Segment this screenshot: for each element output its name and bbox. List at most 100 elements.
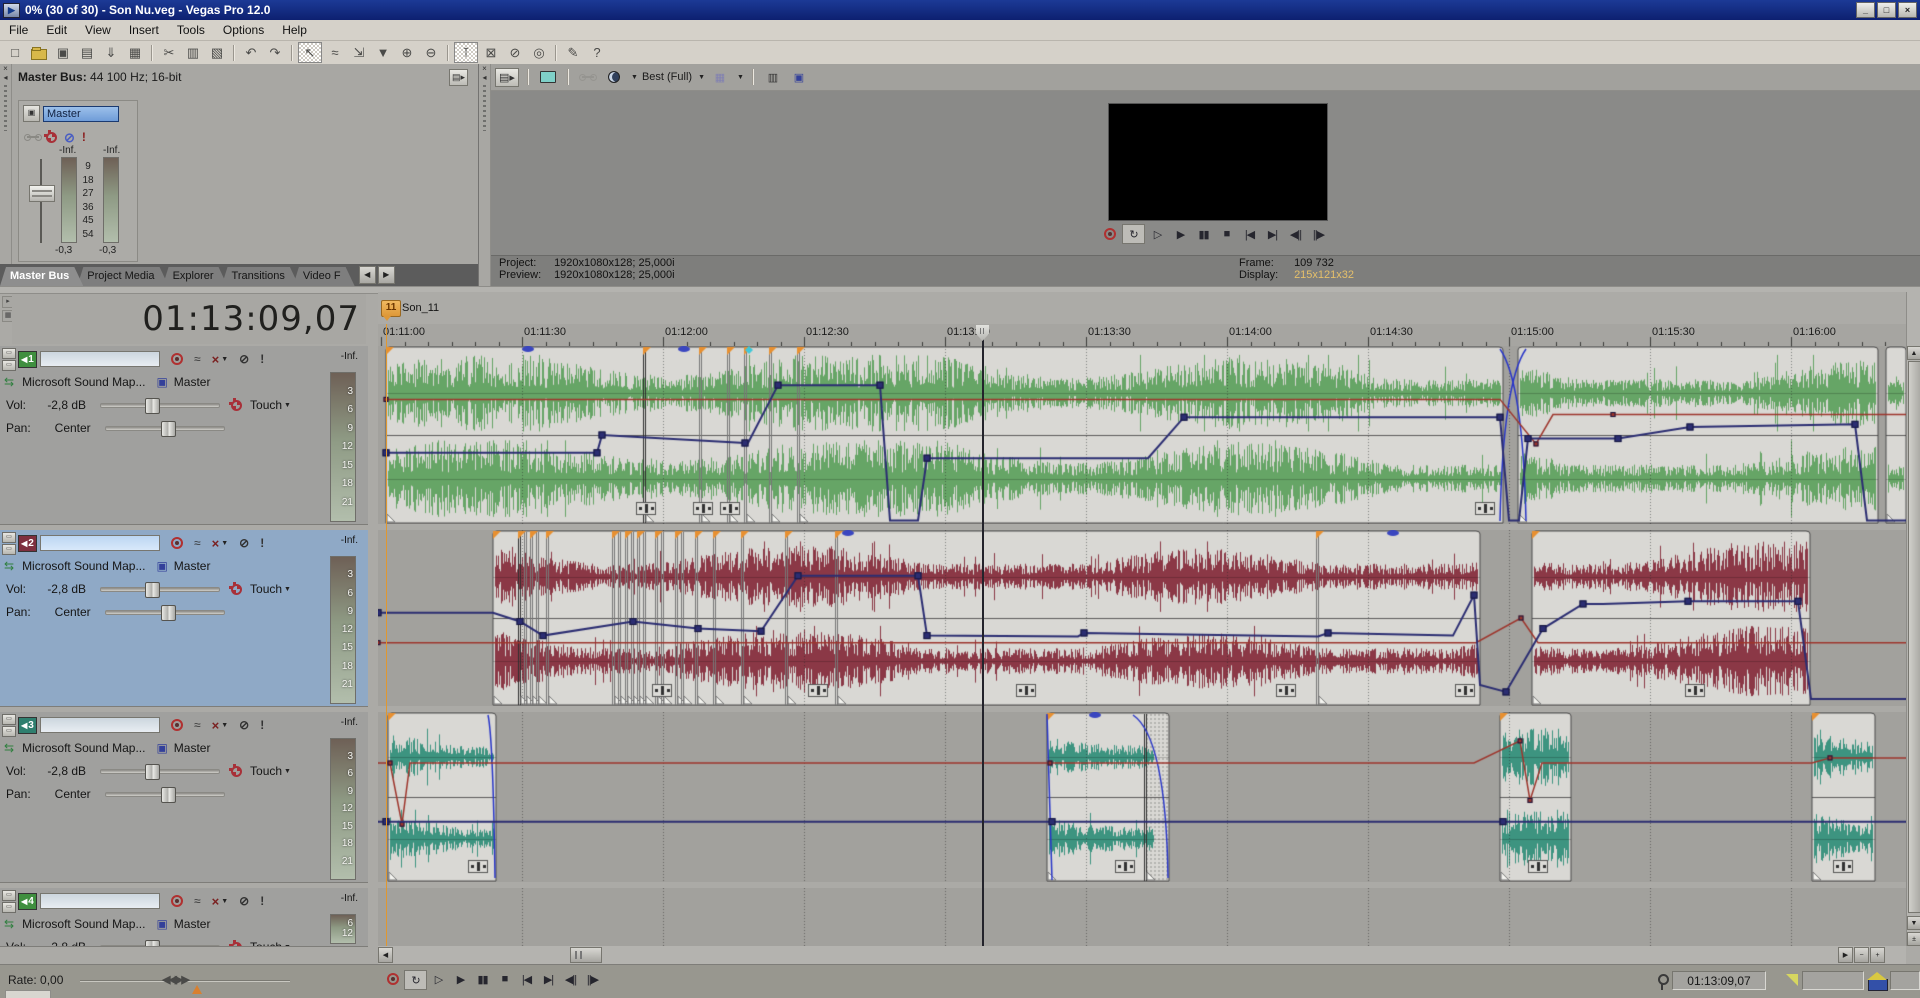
pan-value[interactable]: Center	[39, 787, 91, 801]
vertical-scroll-thumb[interactable]	[1908, 361, 1920, 913]
tab-transitions[interactable]: Transitions	[222, 267, 299, 286]
paste-icon[interactable]: ▧	[206, 43, 228, 62]
go-to-end-button[interactable]: ▶|	[538, 970, 559, 988]
maximize-button[interactable]: □	[1877, 2, 1896, 18]
track-icon[interactable]: ◀2	[18, 535, 37, 552]
panel-grip[interactable]: × ◂	[0, 64, 12, 286]
vol-slider[interactable]	[100, 945, 220, 948]
preview-menu-icon[interactable]: ▤▸	[495, 68, 519, 87]
device-name[interactable]: Microsoft Sound Map...	[22, 559, 145, 573]
solo-icon[interactable]: ⊘	[239, 720, 249, 731]
maximize-track-icon[interactable]: ▭	[2, 544, 16, 555]
horizontal-scroll-thumb[interactable]	[570, 947, 602, 963]
title-bar[interactable]: ▶ 0% (30 of 30) - Son Nu.veg - Vegas Pro…	[0, 0, 1920, 20]
track-1-waveform-canvas[interactable]	[378, 346, 1906, 524]
vol-slider-handle[interactable]	[145, 940, 160, 948]
automation-gear-icon[interactable]	[231, 766, 242, 777]
track-icon[interactable]: ◀1	[18, 351, 37, 368]
track-name-field[interactable]	[40, 893, 160, 909]
automation-mode[interactable]: Touch	[250, 398, 282, 412]
preview-quality-icon[interactable]	[603, 69, 625, 86]
selection-edit-tool-icon[interactable]: ⇲	[348, 43, 370, 62]
bus-name-field[interactable]: Master	[43, 106, 119, 122]
cut-icon[interactable]: ✂	[158, 43, 180, 62]
quality-dropdown-icon[interactable]: ▼	[698, 74, 705, 81]
play-button[interactable]: ▶	[450, 970, 471, 988]
next-frame-button[interactable]: ||▶	[582, 970, 603, 988]
vol-slider-handle[interactable]	[145, 582, 160, 598]
dim-output-icon[interactable]: !	[82, 130, 86, 144]
stop-button[interactable]: ■	[1216, 225, 1237, 243]
previous-frame-button[interactable]: ◀||	[560, 970, 581, 988]
pan-slider-handle[interactable]	[161, 787, 176, 803]
bus-assign-icon[interactable]: ▣	[156, 375, 167, 389]
loop-playback-button[interactable]: ↻	[404, 970, 427, 990]
bus-name[interactable]: Master	[174, 917, 211, 931]
close-button[interactable]: ×	[1898, 2, 1917, 18]
snapping-icon[interactable]: ◎	[528, 43, 550, 62]
mute-icon[interactable]: ×▼	[212, 352, 229, 367]
pin-panel-icon[interactable]: ◂	[0, 73, 11, 82]
vol-value[interactable]: -2,8 dB	[34, 764, 86, 778]
close-panel-icon[interactable]: ×	[0, 64, 11, 73]
menu-tools[interactable]: Tools	[168, 21, 214, 39]
go-to-end-button[interactable]: ▶|	[1262, 225, 1283, 243]
minimize-button[interactable]: _	[1856, 2, 1875, 18]
zoom-in-icon[interactable]: +	[1870, 947, 1885, 963]
automation-gear-icon[interactable]	[231, 400, 242, 411]
copy-icon[interactable]: ▥	[182, 43, 204, 62]
minimize-track-icon[interactable]: ▭	[2, 714, 16, 725]
menu-options[interactable]: Options	[214, 21, 273, 39]
scroll-right-icon[interactable]: ▶	[1838, 947, 1853, 963]
vol-value[interactable]: -2.8 dB	[34, 940, 86, 947]
tab-project-media[interactable]: Project Media	[77, 267, 168, 286]
mute-icon[interactable]: ×▼	[212, 718, 229, 733]
bus-assign-icon[interactable]: ▣	[156, 559, 167, 573]
group-events-icon[interactable]: ⊕	[396, 43, 418, 62]
automation-mode[interactable]: Touch	[250, 940, 282, 947]
vol-slider[interactable]	[100, 769, 220, 774]
vol-value[interactable]: -2,8 dB	[34, 398, 86, 412]
insert-fx-icon[interactable]	[27, 136, 39, 138]
whats-this-help-icon[interactable]: ?	[586, 43, 608, 62]
play-button[interactable]: ▶	[1170, 225, 1191, 243]
record-button[interactable]	[1099, 225, 1120, 243]
vol-slider-handle[interactable]	[145, 764, 160, 780]
bus-name[interactable]: Master	[174, 375, 211, 389]
edit-tool-dropdown-icon[interactable]: ▼	[372, 43, 394, 62]
ignore-event-grouping-icon[interactable]: ⊘	[504, 43, 526, 62]
solo-icon[interactable]: ⊘	[239, 896, 249, 907]
overlay-grid-icon[interactable]: ▦	[709, 69, 731, 86]
loop-playback-button[interactable]: ↻	[1122, 224, 1145, 244]
menu-edit[interactable]: Edit	[37, 21, 76, 39]
mute-icon[interactable]: ⊘	[64, 132, 75, 143]
pen-tool-icon[interactable]: ✎	[562, 43, 584, 62]
phase-icon[interactable]: !	[260, 536, 264, 550]
envelope-icon[interactable]: ≈	[194, 894, 201, 908]
save-project-icon[interactable]: ▣	[52, 43, 74, 62]
track-4-waveform-canvas[interactable]	[378, 888, 1906, 946]
panel-menu-icon[interactable]: ▤▸	[449, 69, 468, 86]
play-from-start-button[interactable]: ▷	[428, 970, 449, 988]
rate-slider-handle[interactable]: ◀◀▶▶	[162, 973, 188, 986]
undo-icon[interactable]: ↶	[240, 43, 262, 62]
track-name-field[interactable]	[40, 535, 160, 551]
close-panel-icon[interactable]: ×	[479, 64, 490, 73]
preview-quality-label[interactable]: Best (Full)	[642, 71, 692, 83]
track-4-header[interactable]: ▭▭◀4≈×▼⊘!-Inf.⇆Microsoft Sound Map...▣Ma…	[0, 888, 368, 947]
envelope-icon[interactable]: ≈	[194, 352, 201, 366]
cursor-time-field[interactable]: 01:13:09,07	[1672, 971, 1766, 990]
menu-insert[interactable]: Insert	[120, 21, 168, 39]
solo-icon[interactable]: ⊘	[239, 354, 249, 365]
device-name[interactable]: Microsoft Sound Map...	[22, 917, 145, 931]
save-snapshot-icon[interactable]: ▣	[788, 69, 810, 86]
track-2-waveform-canvas[interactable]	[378, 530, 1906, 706]
selection-start-field[interactable]	[1802, 971, 1864, 990]
pan-value[interactable]: Center	[39, 421, 91, 435]
record-button[interactable]	[382, 970, 403, 988]
project-properties-icon[interactable]: ▤	[76, 43, 98, 62]
pan-slider-handle[interactable]	[161, 605, 176, 621]
pause-button[interactable]: ▮▮	[472, 970, 493, 988]
go-to-start-button[interactable]: |◀	[1239, 225, 1260, 243]
track-icon[interactable]: ◀4	[18, 893, 37, 910]
